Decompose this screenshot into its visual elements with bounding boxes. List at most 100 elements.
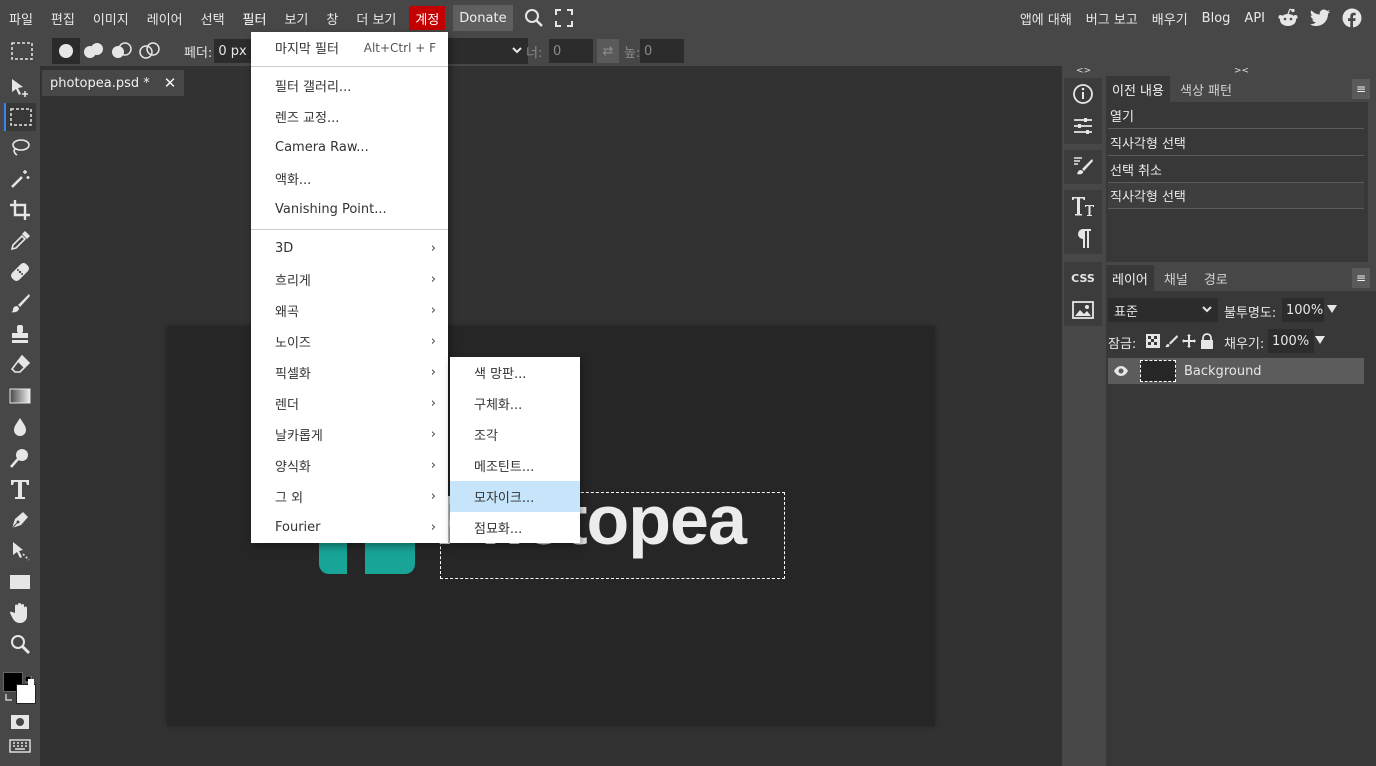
- selection-intersect-icon[interactable]: [136, 38, 164, 64]
- document-tab[interactable]: photopea.psd * ✕: [42, 70, 185, 96]
- crop-tool-icon[interactable]: [4, 196, 36, 224]
- eraser-tool-icon[interactable]: [4, 351, 36, 379]
- menu-layer[interactable]: 레이어: [138, 0, 192, 36]
- blend-mode-select[interactable]: 표준: [1108, 298, 1218, 322]
- css-icon[interactable]: CSS: [1064, 262, 1102, 294]
- menu-edit[interactable]: 편집: [42, 0, 84, 36]
- filter-stylize-item[interactable]: 양식화 ›: [251, 450, 448, 481]
- last-filter-item[interactable]: 마지막 필터 Alt+Ctrl + F: [251, 32, 448, 63]
- menu-filter[interactable]: 필터: [234, 0, 276, 36]
- close-icon[interactable]: ✕: [164, 74, 177, 92]
- filter-fourier-item[interactable]: Fourier ›: [251, 512, 448, 543]
- pen-tool-icon[interactable]: [4, 506, 36, 534]
- filter-noise-item[interactable]: 노이즈 ›: [251, 326, 448, 357]
- swap-button[interactable]: ⇄: [597, 39, 619, 63]
- history-item[interactable]: 열기: [1108, 103, 1364, 129]
- adjustments-icon[interactable]: [1064, 110, 1102, 142]
- history-item[interactable]: 선택 취소: [1108, 157, 1364, 183]
- paragraph-icon[interactable]: [1064, 222, 1102, 254]
- menu-more[interactable]: 더 보기: [347, 0, 405, 36]
- bug-report-link[interactable]: 버그 보고: [1079, 9, 1145, 28]
- selection-new-icon[interactable]: [52, 38, 80, 64]
- selection-subtract-icon[interactable]: [108, 38, 136, 64]
- layer-row[interactable]: Background: [1108, 358, 1364, 384]
- filter-blur-item[interactable]: 흐리게 ›: [251, 264, 448, 295]
- donate-button[interactable]: Donate: [453, 5, 513, 31]
- text-tool-icon[interactable]: [4, 475, 36, 503]
- rect-select-tool-icon[interactable]: [4, 103, 36, 131]
- filter-pixelate-item[interactable]: 픽셀화 ›: [251, 357, 448, 388]
- opacity-input[interactable]: 100%: [1282, 298, 1324, 322]
- background-color-swatch[interactable]: [16, 684, 36, 704]
- crystallize-item[interactable]: 구체화...: [450, 388, 580, 419]
- swap-colors-icon[interactable]: [4, 692, 14, 702]
- menu-select[interactable]: 선택: [192, 0, 234, 36]
- zoom-tool-icon[interactable]: [4, 630, 36, 658]
- magic-wand-tool-icon[interactable]: [4, 165, 36, 193]
- reddit-icon[interactable]: [1272, 0, 1304, 36]
- eye-icon[interactable]: [1108, 365, 1134, 377]
- move-tool-icon[interactable]: [4, 74, 36, 102]
- tab-paths[interactable]: 경로: [1198, 265, 1234, 291]
- history-panel-menu-button[interactable]: ≡: [1352, 79, 1370, 99]
- menu-image[interactable]: 이미지: [84, 0, 138, 36]
- keyboard-icon[interactable]: [4, 732, 36, 760]
- mosaic-item[interactable]: 모자이크...: [450, 481, 580, 512]
- brush-settings-icon[interactable]: [1064, 150, 1102, 182]
- learn-link[interactable]: 배우기: [1145, 9, 1195, 28]
- layers-panel-menu-button[interactable]: ≡: [1352, 268, 1370, 288]
- stamp-tool-icon[interactable]: [4, 320, 36, 348]
- api-link[interactable]: API: [1237, 11, 1272, 26]
- collapse-right-icon[interactable]: ><: [1234, 66, 1249, 76]
- gradient-tool-icon[interactable]: [4, 382, 36, 410]
- path-select-tool-icon[interactable]: [4, 537, 36, 565]
- collapse-left-icon[interactable]: <>: [1076, 66, 1091, 76]
- menu-window[interactable]: 창: [317, 0, 347, 36]
- brush-tool-icon[interactable]: [4, 289, 36, 317]
- image-icon[interactable]: [1064, 294, 1102, 326]
- filter-sharpen-item[interactable]: 날카롭게 ›: [251, 419, 448, 450]
- liquify-item[interactable]: 액화...: [251, 163, 448, 194]
- lock-pixels-icon[interactable]: [1164, 334, 1178, 352]
- menu-view[interactable]: 보기: [275, 0, 317, 36]
- search-icon[interactable]: [519, 0, 549, 36]
- fragment-item[interactable]: 조각: [450, 419, 580, 450]
- vanishing-point-item[interactable]: Vanishing Point...: [251, 194, 448, 225]
- filter-3d-item[interactable]: 3D ›: [251, 233, 448, 264]
- lasso-tool-icon[interactable]: [4, 134, 36, 162]
- tab-swatches[interactable]: 색상 패턴: [1174, 76, 1238, 102]
- fullscreen-icon[interactable]: [549, 0, 579, 36]
- lock-all-icon[interactable]: [1200, 333, 1214, 353]
- camera-raw-item[interactable]: Camera Raw...: [251, 132, 448, 163]
- opacity-dropdown-icon[interactable]: [1326, 302, 1338, 320]
- pointillize-item[interactable]: 점묘화...: [450, 512, 580, 543]
- selection-add-icon[interactable]: [80, 38, 108, 64]
- fill-input[interactable]: 100%: [1268, 329, 1314, 353]
- history-item[interactable]: 직사각형 선택: [1108, 183, 1364, 209]
- about-link[interactable]: 앱에 대해: [1013, 9, 1079, 28]
- filter-gallery-item[interactable]: 필터 갤러리...: [251, 70, 448, 101]
- history-item[interactable]: 직사각형 선택: [1108, 130, 1364, 156]
- rectangle-tool-icon[interactable]: [4, 568, 36, 596]
- twitter-icon[interactable]: [1304, 0, 1336, 36]
- width-input[interactable]: [549, 39, 593, 63]
- blog-link[interactable]: Blog: [1195, 11, 1238, 26]
- filter-render-item[interactable]: 렌더 ›: [251, 388, 448, 419]
- filter-distort-item[interactable]: 왜곡 ›: [251, 295, 448, 326]
- dodge-tool-icon[interactable]: [4, 444, 36, 472]
- color-halftone-item[interactable]: 색 망판...: [450, 357, 580, 388]
- character-icon[interactable]: [1064, 190, 1102, 222]
- hand-tool-icon[interactable]: [4, 599, 36, 627]
- info-icon[interactable]: [1064, 78, 1102, 110]
- blur-tool-icon[interactable]: [4, 413, 36, 441]
- style-select[interactable]: [446, 38, 528, 64]
- filter-other-item[interactable]: 그 외 ›: [251, 481, 448, 512]
- default-colors-icon[interactable]: [24, 674, 34, 685]
- account-button[interactable]: 계정: [409, 6, 446, 30]
- lens-correction-item[interactable]: 렌즈 교정...: [251, 101, 448, 132]
- lock-transparency-icon[interactable]: [1146, 334, 1160, 352]
- tab-history[interactable]: 이전 내용: [1106, 76, 1170, 102]
- lock-position-icon[interactable]: [1182, 334, 1196, 352]
- facebook-icon[interactable]: [1336, 0, 1368, 36]
- eyedropper-tool-icon[interactable]: [4, 227, 36, 255]
